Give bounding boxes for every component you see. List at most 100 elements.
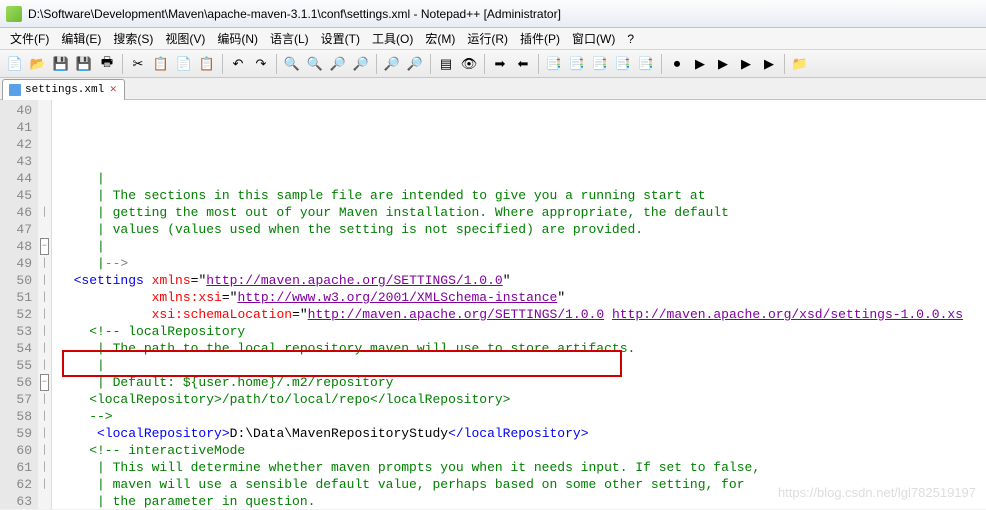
toolbar-button[interactable]: 📑 (612, 53, 634, 75)
code-line[interactable]: | (58, 357, 984, 374)
code-line[interactable]: xsi:schemaLocation="http://maven.apache.… (58, 306, 984, 323)
menu-item[interactable]: 文件(F) (4, 28, 55, 49)
code-line[interactable]: | getting the most out of your Maven ins… (58, 204, 984, 221)
toolbar-button[interactable]: 💾 (73, 53, 95, 75)
toolbar-button[interactable]: 📑 (566, 53, 588, 75)
toolbar-button[interactable]: ✂ (127, 53, 149, 75)
code-line[interactable]: xmlns:xsi="http://www.w3.org/2001/XMLSch… (58, 289, 984, 306)
toolbar-button[interactable]: 🔎 (350, 53, 372, 75)
fold-marker[interactable]: │ (38, 391, 51, 408)
toolbar-button[interactable]: 💾 (50, 53, 72, 75)
fold-marker[interactable] (38, 170, 51, 187)
fold-marker[interactable] (38, 136, 51, 153)
close-icon[interactable]: ✕ (108, 85, 118, 95)
toolbar-button[interactable]: ⬅ (512, 53, 534, 75)
toolbar-button[interactable]: 📑 (543, 53, 565, 75)
fold-marker[interactable]: │ (38, 425, 51, 442)
code-line[interactable]: <localRepository>/path/to/local/repo</lo… (58, 391, 984, 408)
menu-item[interactable]: 窗口(W) (566, 28, 621, 49)
editor-area[interactable]: 4041424344454647484950515253545556575859… (0, 100, 986, 509)
toolbar-button[interactable]: 📑 (589, 53, 611, 75)
menu-item[interactable]: 搜索(S) (107, 28, 159, 49)
toolbar-button[interactable]: 📄 (4, 53, 26, 75)
fold-marker[interactable] (38, 153, 51, 170)
toolbar-button[interactable]: ↷ (250, 53, 272, 75)
toolbar-button[interactable]: 🔍 (281, 53, 303, 75)
code-line[interactable]: --> (58, 408, 984, 425)
code-line[interactable]: | The sections in this sample file are i… (58, 187, 984, 204)
toolbar-button[interactable]: 🔍 (304, 53, 326, 75)
fold-marker[interactable]: │ (38, 323, 51, 340)
toolbar-button[interactable]: 📋 (150, 53, 172, 75)
line-number: 60 (0, 442, 32, 459)
fold-marker[interactable]: │ (38, 408, 51, 425)
fold-marker[interactable]: │ (38, 289, 51, 306)
line-number: 44 (0, 170, 32, 187)
toolbar-button[interactable]: ➡ (489, 53, 511, 75)
menu-item[interactable]: 编辑(E) (55, 28, 107, 49)
menu-item[interactable]: 设置(T) (315, 28, 366, 49)
menu-item[interactable]: 工具(O) (366, 28, 419, 49)
toolbar-button[interactable]: ▶ (689, 53, 711, 75)
code-line[interactable]: | The path to the local repository maven… (58, 340, 984, 357)
fold-marker[interactable] (38, 493, 51, 510)
fold-marker[interactable]: − (38, 374, 51, 391)
file-tab[interactable]: settings.xml ✕ (2, 79, 125, 100)
toolbar-button[interactable]: ⏺ (666, 53, 688, 75)
fold-marker[interactable]: − (38, 238, 51, 255)
line-number: 53 (0, 323, 32, 340)
menu-item[interactable]: 语言(L) (264, 28, 315, 49)
toolbar-button[interactable]: 📑 (635, 53, 657, 75)
menu-item[interactable]: 宏(M) (419, 28, 461, 49)
toolbar-button[interactable]: 🔎 (404, 53, 426, 75)
toolbar-button[interactable]: 📁 (789, 53, 811, 75)
fold-column[interactable]: │−│││││││−││││││ (38, 100, 52, 509)
fold-marker[interactable]: │ (38, 476, 51, 493)
fold-marker[interactable]: │ (38, 340, 51, 357)
toolbar-button[interactable]: 👁 (458, 53, 480, 75)
code-line[interactable]: | the parameter in question. (58, 493, 984, 509)
line-number: 51 (0, 289, 32, 306)
menu-item[interactable]: 插件(P) (514, 28, 566, 49)
menu-item[interactable]: 运行(R) (461, 28, 514, 49)
code-line[interactable]: <settings xmlns="http://maven.apache.org… (58, 272, 984, 289)
toolbar-button[interactable]: 📄 (173, 53, 195, 75)
fold-marker[interactable]: │ (38, 357, 51, 374)
toolbar-button[interactable]: 🖶 (96, 53, 118, 75)
toolbar-button[interactable]: ▶ (758, 53, 780, 75)
fold-marker[interactable]: │ (38, 306, 51, 323)
fold-marker[interactable]: │ (38, 459, 51, 476)
code-line[interactable]: <!-- interactiveMode (58, 442, 984, 459)
code-line[interactable]: | This will determine whether maven prom… (58, 459, 984, 476)
code-line[interactable]: <localRepository>D:\Data\MavenRepository… (58, 425, 984, 442)
fold-marker[interactable] (38, 119, 51, 136)
toolbar-button[interactable]: 🔎 (327, 53, 349, 75)
menu-item[interactable]: ? (621, 30, 640, 48)
fold-marker[interactable]: │ (38, 204, 51, 221)
fold-marker[interactable]: │ (38, 255, 51, 272)
toolbar-button[interactable]: ▶ (735, 53, 757, 75)
fold-marker[interactable] (38, 102, 51, 119)
fold-marker[interactable] (38, 221, 51, 238)
fold-marker[interactable]: │ (38, 272, 51, 289)
fold-marker[interactable]: │ (38, 442, 51, 459)
fold-marker[interactable] (38, 187, 51, 204)
line-number: 62 (0, 476, 32, 493)
menu-item[interactable]: 编码(N) (211, 28, 264, 49)
toolbar-button[interactable]: 📂 (27, 53, 49, 75)
toolbar-button[interactable]: 🔎 (381, 53, 403, 75)
code-line[interactable]: | values (values used when the setting i… (58, 221, 984, 238)
code-line[interactable]: | maven will use a sensible default valu… (58, 476, 984, 493)
code-line[interactable]: |--> (58, 255, 984, 272)
toolbar-button[interactable]: ↶ (227, 53, 249, 75)
code-line[interactable]: | (58, 238, 984, 255)
toolbar-button[interactable]: ▤ (435, 53, 457, 75)
toolbar-button[interactable]: ▶ (712, 53, 734, 75)
code-line[interactable]: <!-- localRepository (58, 323, 984, 340)
code-line[interactable]: | (58, 170, 984, 187)
code-content[interactable]: https://blog.csdn.net/lgl782519197 | | T… (52, 100, 986, 509)
line-number: 55 (0, 357, 32, 374)
toolbar-button[interactable]: 📋 (196, 53, 218, 75)
menu-item[interactable]: 视图(V) (159, 28, 211, 49)
code-line[interactable]: | Default: ${user.home}/.m2/repository (58, 374, 984, 391)
